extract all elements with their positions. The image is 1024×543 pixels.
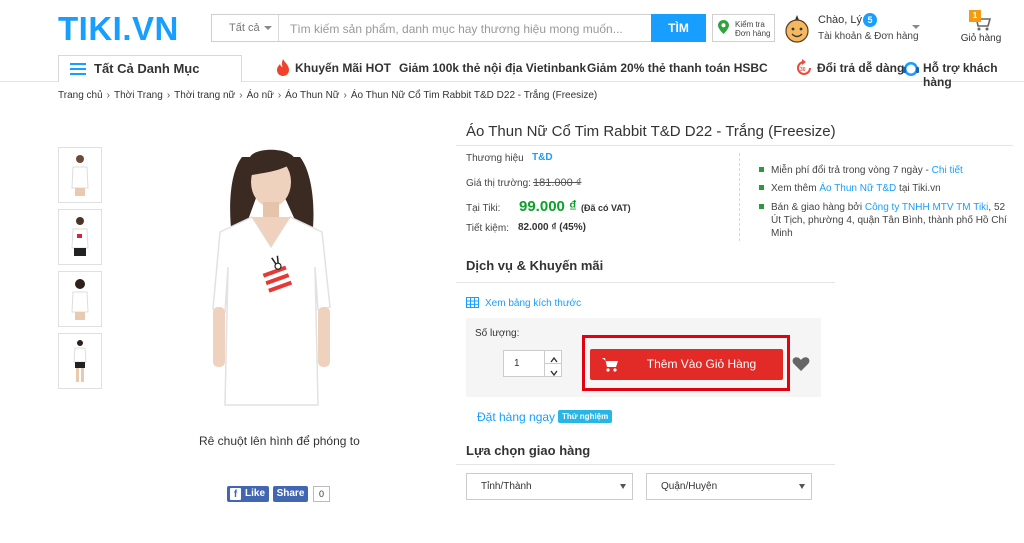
bullet-icon [759, 185, 764, 190]
zoom-hint: Rê chuột lên hình để phóng to [199, 434, 360, 448]
search-category-select[interactable]: Tất cả [212, 15, 279, 41]
hamburger-icon [70, 63, 86, 75]
perk-text: Xem thêm [771, 183, 820, 194]
perk-text: Miễn phí đổi trả trong vòng 7 ngày - [771, 165, 932, 176]
customer-support-link[interactable]: Hỗ trợ khách hàng [923, 61, 1024, 89]
fire-icon [277, 59, 289, 76]
divider [739, 153, 741, 241]
decrement-button[interactable] [544, 364, 562, 377]
trial-badge: Thử nghiệm [558, 410, 613, 423]
chevron-down-icon [799, 484, 805, 489]
location-pin-icon [718, 20, 729, 34]
vat-note: (Đã có VAT) [581, 203, 631, 213]
cart-icon [602, 358, 618, 372]
quantity-label: Số lượng: [475, 328, 520, 339]
share-count: 0 [313, 486, 330, 502]
promo-vietinbank-link[interactable]: Giảm 100k thẻ nội địa Vietinbank [399, 61, 586, 75]
returns-link[interactable]: Đổi trả dễ dàng [817, 61, 904, 75]
table-icon [466, 297, 479, 308]
product-title: Áo Thun Nữ Cổ Tim Rabbit T&D D22 - Trắng… [466, 123, 836, 140]
search-category-label: Tất cả [229, 22, 260, 34]
services-title: Dịch vụ & Khuyến mãi [466, 258, 604, 273]
brand-link[interactable]: T&D [532, 152, 553, 163]
chevron-down-icon [549, 370, 558, 377]
check-order-button[interactable]: Kiểm tra Đơn hàng [712, 14, 775, 42]
promo-hsbc-link[interactable]: Giảm 20% thẻ thanh toán HSBC [587, 61, 768, 75]
site-logo[interactable]: TIKI.VN [58, 10, 179, 48]
cart-count-badge: 1 [969, 10, 981, 22]
breadcrumb-item[interactable]: Trang chủ [58, 90, 103, 101]
brand-label: Thương hiệu [466, 153, 524, 164]
breadcrumb-item[interactable]: Áo nữ [247, 90, 274, 101]
size-guide-link[interactable]: Xem bảng kích thước [485, 298, 581, 309]
tiki-price-label: Tại Tiki: [466, 203, 501, 214]
thumbnail-image[interactable] [58, 209, 102, 265]
thumbnail-image[interactable] [58, 271, 102, 327]
market-price-label: Giá thị trường: [466, 178, 531, 189]
cart-button[interactable]: 1 Giỏ hàng [960, 8, 1002, 44]
district-select-value: Quận/Huyện [661, 481, 718, 492]
perk-text: tại Tiki.vn [896, 183, 941, 194]
chevron-down-icon [264, 26, 272, 30]
cart-label: Giỏ hàng [960, 33, 1002, 44]
quantity-value[interactable]: 1 [514, 358, 520, 369]
perk-detail-link[interactable]: Chi tiết [932, 165, 963, 176]
perk-seller-link[interactable]: Công ty TNHH MTV TM Tiki [865, 202, 989, 213]
notification-badge: 5 [863, 13, 877, 27]
promo-hot-link[interactable]: Khuyến Mãi HOT [295, 61, 391, 75]
return-icon: 30 [797, 59, 811, 75]
search-button[interactable]: TÌM [651, 14, 706, 42]
headset-icon [903, 62, 919, 76]
province-select[interactable]: Tỉnh/Thành [466, 473, 633, 500]
divider [456, 145, 1013, 146]
add-to-cart-button[interactable]: Thêm Vào Giỏ Hàng [590, 349, 783, 380]
check-order-line2: Đơn hàng [735, 29, 771, 38]
all-categories-menu[interactable]: Tất Cả Danh Mục [58, 55, 242, 82]
chevron-down-icon[interactable] [912, 25, 920, 29]
check-order-line1: Kiểm tra [735, 20, 765, 29]
quantity-stepper[interactable]: 1 [503, 350, 562, 377]
account-greeting[interactable]: Chào, Lý [818, 14, 862, 26]
saving-label: Tiết kiệm: [466, 223, 509, 234]
divider [456, 282, 835, 283]
perk-brand-link[interactable]: Áo Thun Nữ T&D [819, 183, 896, 194]
product-price: 99.000 ₫ [519, 198, 577, 215]
add-to-cart-label: Thêm Vào Giỏ Hàng [646, 357, 757, 371]
account-orders-link[interactable]: Tài khoản & Đơn hàng [818, 31, 919, 42]
product-main-image[interactable] [200, 147, 345, 422]
order-now-link[interactable]: Đặt hàng ngay [477, 410, 555, 424]
divider [456, 464, 835, 465]
breadcrumb-item-current: Áo Thun Nữ Cổ Tim Rabbit T&D D22 - Trắng… [350, 90, 598, 101]
increment-button[interactable] [544, 351, 562, 364]
district-select[interactable]: Quận/Huyện [646, 473, 812, 500]
all-categories-label: Tất Cả Danh Mục [94, 61, 200, 76]
chevron-down-icon [620, 484, 626, 489]
facebook-like-button[interactable]: f Like [227, 486, 269, 502]
breadcrumb-item[interactable]: Thời trang nữ [174, 90, 235, 101]
bullet-icon [759, 204, 764, 209]
delivery-title: Lựa chọn giao hàng [466, 443, 591, 458]
thumbnail-image[interactable] [58, 333, 102, 389]
perk-more-products: Xem thêm Áo Thun Nữ T&D tại Tiki.vn [759, 182, 1013, 195]
svg-text:30: 30 [800, 67, 806, 73]
heart-icon[interactable] [792, 356, 810, 372]
search-bar: Tất cả [211, 14, 706, 42]
facebook-like-label: Like [245, 488, 266, 499]
perk-text: Bán & giao hàng bởi [771, 202, 865, 213]
market-price: 181.000 ₫ [533, 177, 582, 189]
breadcrumb-item[interactable]: Thời Trang [114, 90, 163, 101]
breadcrumb: Trang chủ › Thời Trang › Thời trang nữ › Áo nữ… [58, 90, 598, 101]
chevron-up-icon [549, 356, 558, 363]
province-select-value: Tỉnh/Thành [481, 481, 532, 492]
breadcrumb-item[interactable]: Áo Thun Nữ [285, 90, 339, 101]
bullet-icon [759, 167, 764, 172]
facebook-share-button[interactable]: Share [273, 486, 308, 502]
saving-value: 82.000 ₫ (45%) [518, 222, 586, 233]
facebook-icon: f [230, 488, 241, 500]
perk-seller: Bán & giao hàng bởi Công ty TNHH MTV TM … [759, 201, 1013, 240]
thumbnail-image[interactable] [58, 147, 102, 203]
perk-free-return: Miễn phí đổi trả trong vòng 7 ngày - Chi… [759, 164, 1013, 177]
search-input[interactable] [282, 17, 652, 41]
avatar[interactable] [784, 14, 810, 44]
